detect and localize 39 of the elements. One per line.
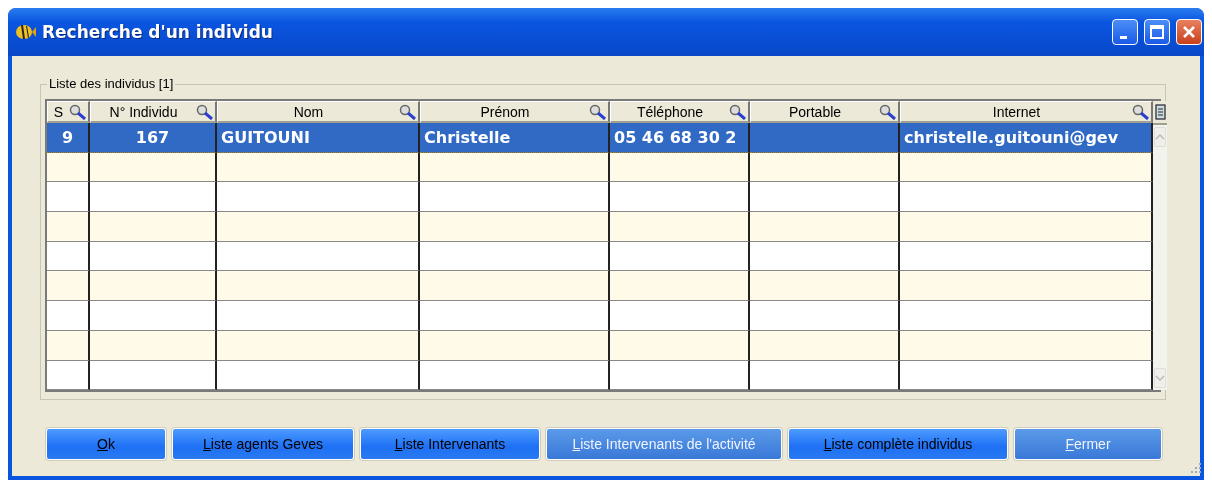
resize-grip-icon[interactable] xyxy=(1190,462,1202,474)
table-row[interactable]: 9 167 GUITOUNI Christelle 05 46 68 30 2 christelle.guitouni@gev xyxy=(47,123,1153,153)
search-icon[interactable] xyxy=(729,103,747,120)
column-header[interactable]: Téléphone xyxy=(610,101,750,123)
search-icon[interactable] xyxy=(399,103,417,120)
search-icon[interactable] xyxy=(1132,103,1150,120)
column-header[interactable]: N° Individu xyxy=(90,101,217,123)
search-icon[interactable] xyxy=(589,103,607,120)
table-row[interactable] xyxy=(47,212,1153,242)
table-row[interactable] xyxy=(47,360,1153,391)
action-button[interactable]: Ok xyxy=(46,428,166,460)
table-row[interactable] xyxy=(47,152,1153,183)
table-row[interactable] xyxy=(47,182,1153,213)
column-header[interactable]: Portable xyxy=(750,101,900,123)
maximize-icon xyxy=(1149,24,1165,40)
action-button[interactable]: Liste agents Geves xyxy=(172,428,354,460)
close-button[interactable] xyxy=(1176,19,1202,45)
group-title: Liste des individus [1] xyxy=(47,76,176,91)
action-button[interactable]: Liste complète individus xyxy=(788,428,1008,460)
column-header[interactable]: S xyxy=(47,101,90,123)
close-icon xyxy=(1181,24,1197,40)
column-header[interactable]: Nom xyxy=(217,101,420,123)
table-cell xyxy=(47,360,90,391)
search-icon[interactable] xyxy=(879,103,897,120)
column-header[interactable]: Internet xyxy=(900,101,1153,123)
column-picker-icon[interactable] xyxy=(1154,104,1166,120)
search-icon[interactable] xyxy=(69,103,87,120)
scroll-bar[interactable] xyxy=(1153,101,1167,391)
minimize-icon xyxy=(1119,35,1127,39)
column-header[interactable]: Prénom xyxy=(420,101,610,123)
table-row[interactable] xyxy=(47,330,1153,361)
window-title: Recherche d'un individu xyxy=(42,22,274,42)
action-button[interactable]: Liste Intervenants xyxy=(360,428,540,460)
table-row[interactable] xyxy=(47,301,1153,331)
minimize-button[interactable] xyxy=(1112,19,1138,45)
table-row[interactable] xyxy=(47,271,1153,302)
search-icon[interactable] xyxy=(196,103,214,120)
maximize-button[interactable] xyxy=(1144,19,1170,45)
table-row[interactable] xyxy=(47,241,1153,272)
